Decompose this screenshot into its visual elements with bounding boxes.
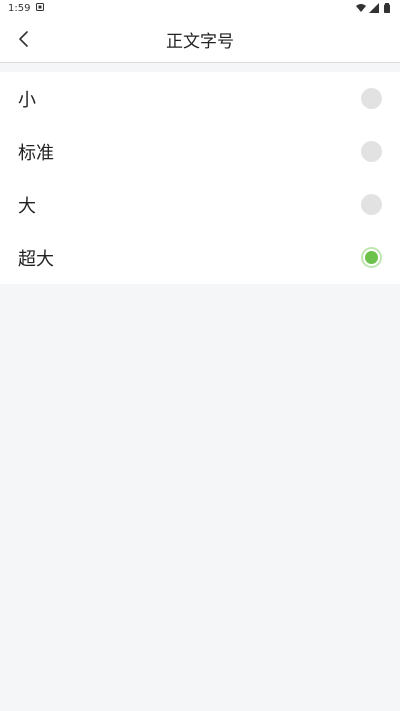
back-button[interactable] [8, 16, 40, 62]
section-gap [0, 63, 400, 72]
option-label: 超大 [18, 248, 54, 270]
radio-standard[interactable] [361, 141, 382, 162]
chevron-left-icon [16, 31, 32, 47]
signal-icon [369, 3, 379, 13]
app-bar: 正文字号 [0, 16, 400, 62]
option-label: 标准 [18, 142, 54, 164]
option-large[interactable]: 大 [0, 178, 400, 231]
status-bar: 1:59 [0, 0, 400, 16]
status-time: 1:59 [8, 2, 31, 14]
option-standard[interactable]: 标准 [0, 125, 400, 178]
option-label: 大 [18, 195, 36, 217]
font-size-options: 小 标准 大 超大 [0, 72, 400, 284]
radio-small[interactable] [361, 88, 382, 109]
battery-icon [382, 3, 392, 13]
radio-extra-large[interactable] [361, 247, 382, 268]
option-extra-large[interactable]: 超大 [0, 231, 400, 284]
option-label: 小 [18, 89, 36, 111]
status-right [356, 3, 392, 13]
status-left: 1:59 [8, 2, 45, 14]
page-title: 正文字号 [166, 31, 234, 52]
radio-large[interactable] [361, 194, 382, 215]
wifi-icon [356, 3, 366, 13]
notification-icon [36, 2, 45, 14]
option-small[interactable]: 小 [0, 72, 400, 125]
